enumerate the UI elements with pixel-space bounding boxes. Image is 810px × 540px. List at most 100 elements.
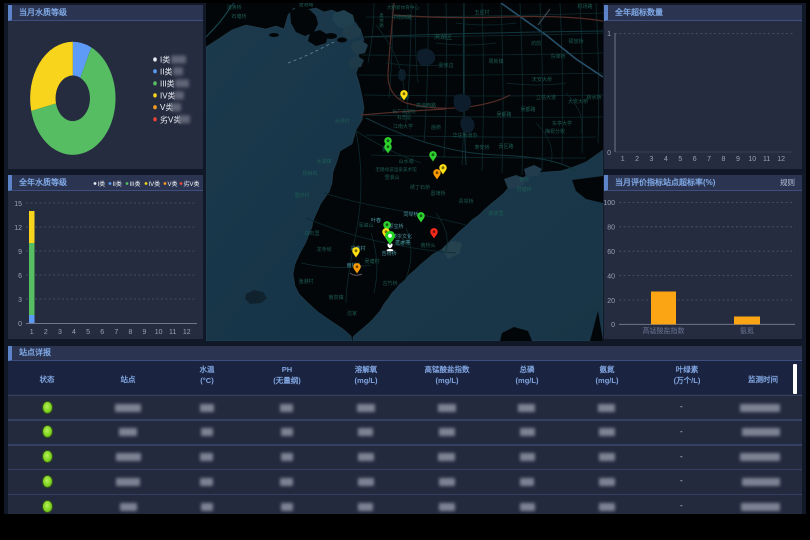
svg-text:5: 5 (678, 156, 682, 163)
svg-text:11: 11 (763, 156, 770, 163)
svg-text:20: 20 (607, 298, 615, 305)
svg-text:太湖镇: 太湖镇 (316, 158, 331, 165)
svg-text:9: 9 (18, 249, 22, 256)
svg-text:5: 5 (86, 329, 90, 336)
svg-text:11: 11 (169, 329, 176, 336)
svg-text:高浪西路: 高浪西路 (416, 102, 436, 109)
svg-text:立信大道: 立信大道 (536, 94, 556, 101)
svg-text:8: 8 (722, 156, 726, 163)
svg-text:2: 2 (44, 329, 48, 336)
svg-text:60: 60 (607, 249, 615, 256)
svg-text:40: 40 (607, 274, 615, 281)
svg-text:华庄街道办: 华庄街道办 (452, 132, 477, 139)
svg-text:1: 1 (621, 156, 625, 163)
svg-text:硕放桥: 硕放桥 (568, 38, 583, 45)
svg-text:沈家: 沈家 (347, 310, 357, 317)
svg-text:9: 9 (143, 329, 147, 336)
svg-text:6: 6 (693, 156, 697, 163)
svg-text:吴塘村: 吴塘村 (364, 258, 379, 265)
svg-text:浅渎桥: 浅渎桥 (226, 4, 241, 11)
svg-text:7: 7 (707, 156, 711, 163)
svg-text:III类: III类 (160, 78, 175, 88)
svg-text:1: 1 (30, 329, 34, 336)
svg-text:雪浪山: 雪浪山 (384, 174, 399, 181)
svg-text:长广溪湿地: 长广溪湿地 (393, 108, 416, 115)
svg-text:奥体路: 奥体路 (379, 12, 385, 29)
svg-text:葛埭桥: 葛埭桥 (430, 190, 445, 197)
svg-text:机场路: 机场路 (577, 3, 592, 10)
svg-text:12: 12 (183, 329, 191, 336)
svg-text:氨氮: 氨氮 (740, 326, 754, 335)
svg-text:龙寺坳: 龙寺坳 (316, 246, 331, 253)
svg-text:白石里: 白石里 (304, 230, 319, 237)
svg-text:6: 6 (100, 329, 104, 336)
svg-text:4: 4 (664, 156, 668, 163)
svg-text:4: 4 (72, 329, 76, 336)
svg-text:无锡绿波温泉美术馆: 无锡绿波温泉美术馆 (375, 166, 417, 173)
svg-text:10: 10 (748, 156, 756, 163)
svg-text:6: 6 (18, 273, 22, 280)
svg-text:祝塘桥: 祝塘桥 (516, 186, 531, 193)
svg-text:薛家里: 薛家里 (488, 210, 503, 217)
svg-text:吴都路: 吴都路 (496, 111, 511, 118)
svg-text:0: 0 (607, 150, 611, 157)
svg-text:天安大桥: 天安大桥 (532, 76, 552, 83)
svg-text:婆崇文化: 婆崇文化 (392, 233, 412, 240)
svg-text:鱼桥: 鱼桥 (519, 176, 529, 183)
svg-text:3: 3 (650, 156, 654, 163)
svg-text:II类: II类 (113, 180, 122, 188)
svg-text:古竹桥: 古竹桥 (382, 280, 397, 287)
svg-text:大桥新体育中心: 大桥新体育中心 (387, 4, 420, 11)
svg-text:大浮村: 大浮村 (334, 118, 349, 125)
svg-text:坊前: 坊前 (531, 40, 541, 47)
svg-text:庙桥: 庙桥 (431, 124, 441, 131)
svg-text:8: 8 (128, 329, 132, 336)
svg-text:高锰酸盐指数: 高锰酸盐指数 (643, 326, 685, 335)
svg-text:渔港村: 渔港村 (298, 278, 313, 285)
svg-text:II类: II类 (160, 66, 172, 76)
svg-text:3: 3 (58, 329, 62, 336)
svg-text:12: 12 (777, 156, 785, 163)
svg-text:III类: III类 (130, 180, 141, 188)
svg-text:同琴桥: 同琴桥 (403, 211, 418, 218)
svg-text:东亭大学: 东亭大学 (552, 120, 572, 127)
svg-text:周新镇: 周新镇 (488, 58, 503, 65)
svg-text:I类: I类 (160, 55, 170, 65)
svg-text:山水城: 山水城 (398, 158, 413, 165)
svg-text:1: 1 (607, 31, 611, 38)
svg-text:渔港路: 渔港路 (298, 3, 313, 8)
svg-text:劣V类: 劣V类 (184, 180, 200, 188)
svg-text:梅祝分校: 梅祝分校 (545, 128, 565, 135)
svg-text:五星村: 五星村 (474, 9, 489, 16)
svg-text:寿安桥: 寿安桥 (474, 144, 489, 151)
svg-text:转水桥: 转水桥 (586, 94, 601, 101)
svg-text:滨湖区: 滨湖区 (434, 33, 452, 41)
svg-text:10: 10 (155, 329, 163, 336)
svg-text:东绛桥: 东绛桥 (550, 53, 565, 60)
svg-text:杨梅坞: 杨梅坞 (302, 170, 317, 177)
svg-text:吴都路: 吴都路 (520, 106, 535, 113)
svg-text:IV类: IV类 (149, 180, 161, 188)
svg-text:2: 2 (635, 156, 639, 163)
svg-text:V类: V类 (168, 180, 178, 188)
svg-text:贡区路: 贡区路 (498, 143, 513, 150)
svg-text:80: 80 (607, 225, 615, 232)
svg-text:I类: I类 (98, 180, 106, 188)
svg-text:那宝桥: 那宝桥 (388, 223, 403, 230)
svg-text:中南西路: 中南西路 (392, 14, 412, 21)
svg-text:12: 12 (14, 225, 22, 232)
svg-text:15: 15 (14, 201, 22, 208)
svg-text:南泉镇: 南泉镇 (328, 294, 343, 301)
svg-text:叶春: 叶春 (371, 217, 381, 224)
svg-text:重桥村: 重桥村 (294, 192, 309, 199)
svg-text:9: 9 (736, 156, 740, 163)
svg-text:石塘桥: 石塘桥 (231, 13, 246, 20)
svg-text:3: 3 (18, 297, 22, 304)
svg-text:100: 100 (604, 200, 615, 207)
svg-text:江南大学: 江南大学 (393, 123, 413, 130)
svg-text:科普馆: 科普馆 (397, 114, 411, 121)
svg-text:IV类: IV类 (160, 90, 176, 100)
svg-text:艺术荟: 艺术荟 (395, 239, 410, 246)
svg-text:大安大桥: 大安大桥 (568, 98, 588, 105)
svg-text:青祁桥: 青祁桥 (458, 198, 473, 205)
